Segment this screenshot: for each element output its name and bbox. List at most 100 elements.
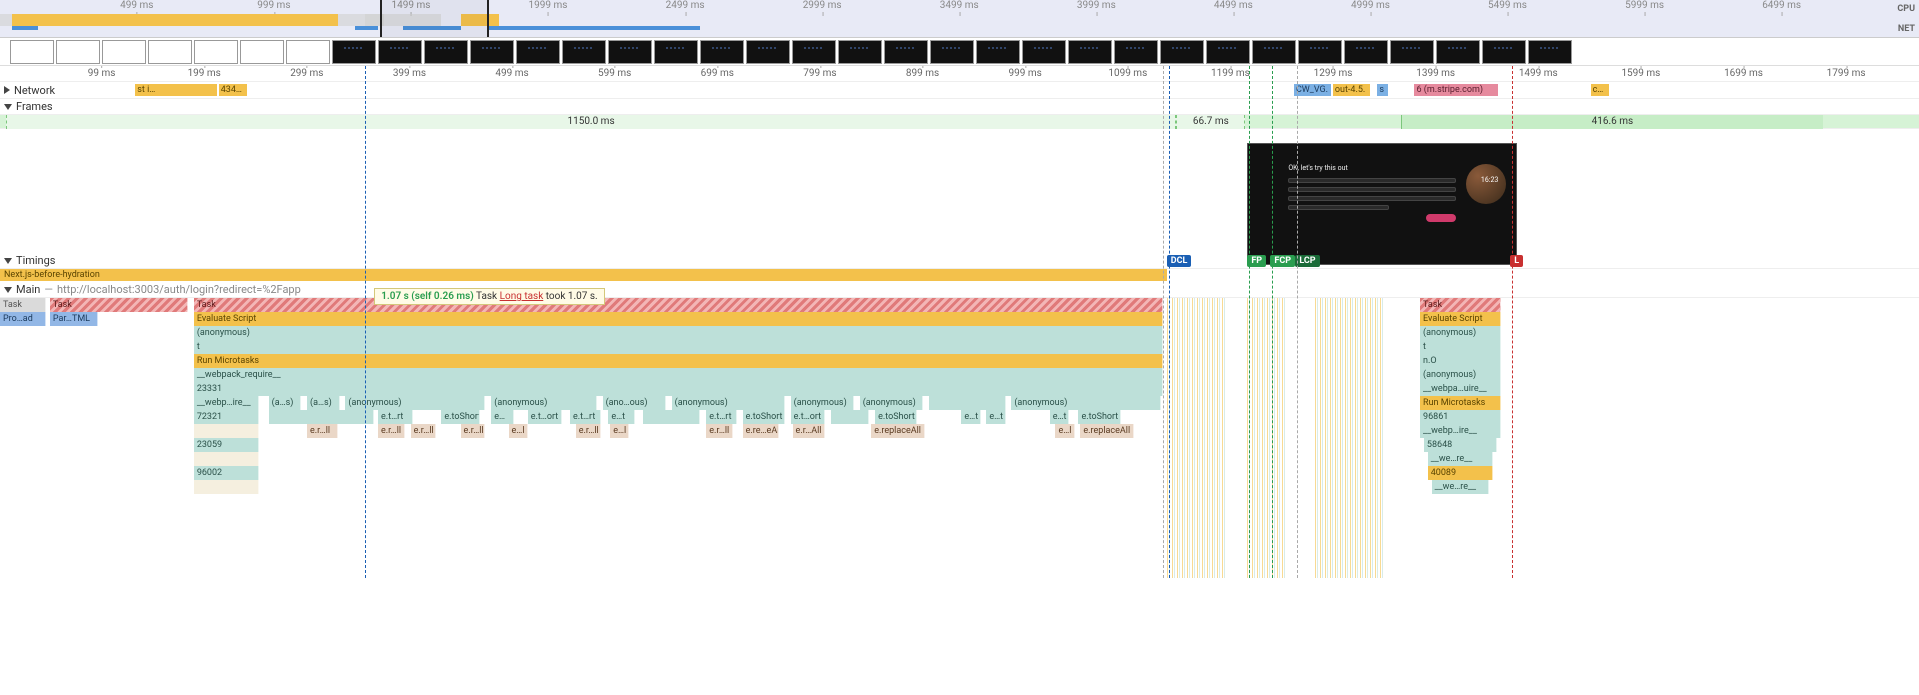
flame-block[interactable]: e.t…ort <box>528 410 563 424</box>
filmstrip-frame[interactable] <box>240 40 284 64</box>
frame-preview[interactable]: OK, let's try this out 16:23 <box>1247 143 1517 265</box>
filmstrip-frame[interactable] <box>1344 40 1388 64</box>
flame-block[interactable]: e.t…ort <box>791 410 826 424</box>
flame-block[interactable]: e.replaceAll <box>871 424 925 438</box>
flame-block[interactable]: e.r…ll <box>461 424 486 438</box>
timing-badge-dcl[interactable]: DCL <box>1167 255 1192 267</box>
flame-block[interactable]: e…l <box>610 424 629 438</box>
filmstrip-frame[interactable] <box>562 40 606 64</box>
overview-selection[interactable] <box>380 0 489 37</box>
filmstrip-frame[interactable] <box>608 40 652 64</box>
network-track-header[interactable]: Network st i…434…CW_VG.out-4.5.s6 (m.str… <box>0 82 1919 99</box>
flame-block[interactable]: e.toShort <box>1078 410 1120 424</box>
flame-block[interactable]: e.t…rt <box>378 410 413 424</box>
network-request[interactable]: s <box>1377 84 1388 96</box>
flame-block[interactable]: Evaluate Script <box>194 312 1163 326</box>
flame-block[interactable]: 96002 <box>194 466 259 480</box>
flame-block[interactable]: e.r…ll <box>307 424 338 438</box>
filmstrip-frame[interactable] <box>1298 40 1342 64</box>
filmstrip-frame[interactable] <box>792 40 836 64</box>
flame-block[interactable]: Task <box>0 298 46 312</box>
flame-block[interactable]: 23059 <box>194 438 259 452</box>
flame-block[interactable]: (a…s) <box>307 396 340 410</box>
flame-block[interactable] <box>194 480 259 494</box>
filmstrip-frame[interactable] <box>1160 40 1204 64</box>
flame-block[interactable]: e… <box>491 410 514 424</box>
filmstrip-frame[interactable] <box>516 40 560 64</box>
flame-block[interactable]: (anonymous) <box>791 396 854 410</box>
frames-lane[interactable]: 1150.0 ms66.7 ms416.6 ms <box>0 115 1919 129</box>
filmstrip-frame[interactable] <box>148 40 192 64</box>
flame-block[interactable]: Par…TML <box>50 312 98 326</box>
flame-block[interactable]: e…t <box>608 410 635 424</box>
frame-segment[interactable]: 1150.0 ms <box>6 115 1177 129</box>
flame-block[interactable]: __webpa…uire__ <box>1420 382 1501 396</box>
frame-segment[interactable]: 416.6 ms <box>1401 115 1823 129</box>
flame-block[interactable] <box>929 396 1006 410</box>
filmstrip-frame[interactable] <box>1068 40 1112 64</box>
filmstrip-frame[interactable] <box>1252 40 1296 64</box>
flame-block[interactable]: (anonymous) <box>672 396 785 410</box>
filmstrip-frame[interactable] <box>1114 40 1158 64</box>
filmstrip-frame[interactable] <box>1022 40 1066 64</box>
filmstrip-frame[interactable] <box>194 40 238 64</box>
flame-block[interactable]: (anonymous) <box>860 396 923 410</box>
filmstrip-frame[interactable] <box>884 40 928 64</box>
flame-block[interactable]: t <box>194 340 1163 354</box>
network-request[interactable]: CW_VG. <box>1294 84 1331 96</box>
flame-block[interactable]: __we…re__ <box>1428 452 1493 466</box>
flame-block[interactable]: e.re…eAll <box>743 424 779 438</box>
flame-block[interactable]: Task <box>1420 298 1501 312</box>
flame-block[interactable]: 40089 <box>1428 466 1493 480</box>
filmstrip-frame[interactable] <box>378 40 422 64</box>
flame-block[interactable]: e.toShort <box>441 410 479 424</box>
timing-badge-l[interactable]: L <box>1510 255 1523 267</box>
filmstrip-frame[interactable] <box>1436 40 1480 64</box>
flame-block[interactable] <box>269 410 375 424</box>
flame-block[interactable]: (anonymous) <box>491 396 597 410</box>
filmstrip-frame[interactable] <box>286 40 330 64</box>
network-request[interactable]: 6 (m.stripe.com) <box>1414 84 1497 96</box>
filmstrip-frame[interactable] <box>1390 40 1434 64</box>
frames-track-header[interactable]: Frames <box>0 99 1919 115</box>
timing-badge-lcp[interactable]: LCP <box>1295 255 1319 267</box>
flame-block[interactable] <box>194 424 259 438</box>
flame-block[interactable]: e…t <box>986 410 1005 424</box>
filmstrip-frame[interactable] <box>332 40 376 64</box>
network-request[interactable]: 434… <box>219 84 247 96</box>
flame-block[interactable]: __webp…ire__ <box>1420 424 1501 438</box>
flame-block[interactable]: 58648 <box>1424 438 1497 452</box>
filmstrip-frame[interactable] <box>746 40 790 64</box>
flame-block[interactable]: e.r…ll <box>378 424 405 438</box>
timing-badge-fp[interactable]: FP <box>1247 255 1266 267</box>
timings-next-lane[interactable]: Next.js-before-hydration <box>0 268 1919 282</box>
filmstrip-frame[interactable] <box>102 40 146 64</box>
flame-block[interactable]: (anonymous) <box>345 396 485 410</box>
nextjs-hydration-bar[interactable]: Next.js-before-hydration <box>0 269 1167 281</box>
main-track-header[interactable]: Main — http://localhost:3003/auth/login?… <box>0 282 1919 298</box>
network-request[interactable]: c… <box>1591 84 1610 96</box>
flame-block[interactable]: Pro…ad <box>0 312 46 326</box>
flame-block[interactable]: e.t…rt <box>706 410 737 424</box>
timings-badges-lane[interactable]: DCL FP FCPLCP L <box>0 254 1919 268</box>
network-request[interactable]: out-4.5. <box>1333 84 1370 96</box>
flame-block[interactable] <box>831 410 869 424</box>
flame-block[interactable]: e.r…ll <box>411 424 436 438</box>
flame-block[interactable]: (ano…ous) <box>603 396 666 410</box>
flame-block[interactable]: e…t <box>961 410 980 424</box>
flame-block[interactable]: 96861 <box>1420 410 1501 424</box>
flame-block[interactable]: Run Microtasks <box>1420 396 1501 410</box>
filmstrip-frame[interactable] <box>470 40 514 64</box>
flame-block[interactable]: Run Microtasks <box>194 354 1163 368</box>
flame-block[interactable]: __webp…ire__ <box>194 396 259 410</box>
timing-badge-fcp[interactable]: FCP <box>1270 255 1295 267</box>
flame-block[interactable]: (a…s) <box>269 396 302 410</box>
flame-block[interactable]: e.r…ll <box>576 424 601 438</box>
flame-block[interactable]: e…l <box>509 424 528 438</box>
filmstrip-frame[interactable] <box>930 40 974 64</box>
flame-block[interactable]: e.r…ll <box>706 424 733 438</box>
flame-block[interactable]: 23331 <box>194 382 1163 396</box>
flame-block[interactable]: e.r…All <box>793 424 826 438</box>
flame-block[interactable]: (anonymous) <box>1420 368 1501 382</box>
flame-block[interactable]: __we…re__ <box>1432 480 1490 494</box>
